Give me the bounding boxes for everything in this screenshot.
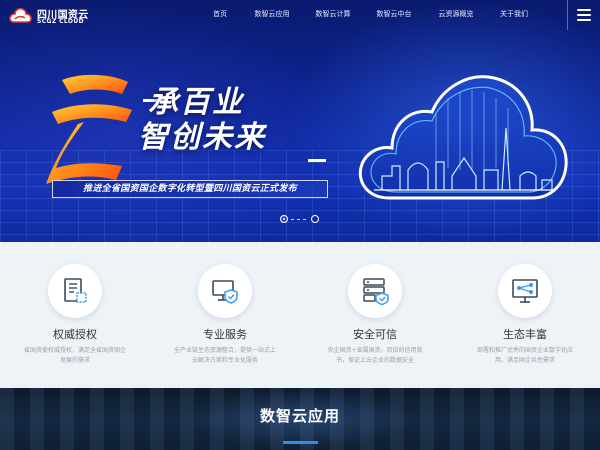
hamburger-icon[interactable] bbox=[575, 7, 593, 23]
feature-item[interactable]: 生态丰富 部署和推广优秀的国资企业数字化应用，满足国企共性需求 bbox=[450, 242, 600, 388]
feature-icon-circle bbox=[48, 264, 102, 318]
hero-accent-line-2 bbox=[308, 159, 326, 162]
top-nav: 四川国资云 SCGZ CLOUD 首页 数智云应用 数智云计算 数智云中台 云资… bbox=[0, 0, 600, 30]
features-section: 权威授权 省国资委权威授权，满足全省国资国企发展的需求 专业服务 全产业链生态资… bbox=[0, 242, 600, 388]
feature-desc: 央企国资+省属国资，双倍的信用背书，保证上云企业的数据安全 bbox=[327, 347, 423, 364]
feature-icon-circle bbox=[498, 264, 552, 318]
cloud-city-illustration-icon bbox=[358, 75, 568, 200]
carousel-dot-connector bbox=[291, 219, 294, 220]
monitor-shield-icon bbox=[212, 280, 238, 304]
hero-tagline: 推进全省国资国企数字化转型暨四川国资云正式发布 bbox=[52, 180, 328, 198]
nav-item-smart-cloud-computing[interactable]: 数智云计算 bbox=[316, 9, 351, 19]
apps-title-underline bbox=[283, 441, 318, 444]
hero-logo-glyph-icon bbox=[46, 74, 132, 184]
certificate-icon bbox=[64, 278, 87, 303]
feature-title: 专业服务 bbox=[203, 328, 247, 341]
network-screen-icon bbox=[512, 279, 538, 303]
feature-title: 生态丰富 bbox=[503, 328, 547, 341]
nav-item-about-us[interactable]: 关于我们 bbox=[500, 9, 528, 19]
nav-item-home[interactable]: 首页 bbox=[213, 9, 227, 19]
server-shield-icon bbox=[363, 278, 389, 306]
hero-headline-line1: 承百业 bbox=[148, 85, 244, 120]
nav-item-smart-cloud-middle-platform[interactable]: 数智云中台 bbox=[377, 9, 412, 19]
nav-item-smart-cloud-apps[interactable]: 数智云应用 bbox=[255, 9, 290, 19]
nav-item-cloud-resources[interactable]: 云资源概览 bbox=[439, 9, 474, 19]
feature-item[interactable]: 专业服务 全产业链生态资源整合，提供一站式上云解决方案和专业化服务 bbox=[150, 242, 300, 388]
carousel-dot-connector bbox=[297, 219, 300, 220]
carousel-dots bbox=[280, 214, 322, 224]
feature-desc: 省国资委权威授权，满足全省国资国企发展的需求 bbox=[23, 347, 126, 364]
nav-menu: 首页 数智云应用 数智云计算 数智云中台 云资源概览 关于我们 bbox=[0, 0, 600, 30]
feature-title: 权威授权 bbox=[53, 328, 97, 341]
feature-item[interactable]: 安全可信 央企国资+省属国资，双倍的信用背书，保证上云企业的数据安全 bbox=[300, 242, 450, 388]
nav-divider bbox=[567, 0, 568, 30]
feature-item[interactable]: 权威授权 省国资委权威授权，满足全省国资国企发展的需求 bbox=[0, 242, 150, 388]
feature-icon-circle bbox=[348, 264, 402, 318]
carousel-dot-2[interactable] bbox=[311, 215, 319, 223]
carousel-dot-1[interactable] bbox=[280, 215, 288, 223]
feature-title: 安全可信 bbox=[353, 328, 397, 341]
hero-headline: 承百业 智创未来 bbox=[138, 85, 266, 155]
feature-desc: 全产业链生态资源整合，提供一站式上云解决方案和专业化服务 bbox=[173, 347, 276, 364]
feature-icon-circle bbox=[198, 264, 252, 318]
hero-headline-line2: 智创未来 bbox=[138, 119, 266, 155]
carousel-dot-connector bbox=[303, 219, 306, 220]
feature-desc: 部署和推广优秀的国资企业数字化应用，满足国企共性需求 bbox=[476, 347, 573, 364]
hero-banner[interactable]: 承百业 智创未来 推进全省国资国企数字化转型暨四川国资云正式发布 bbox=[0, 0, 600, 242]
apps-section-title: 数智云应用 bbox=[259, 407, 340, 425]
